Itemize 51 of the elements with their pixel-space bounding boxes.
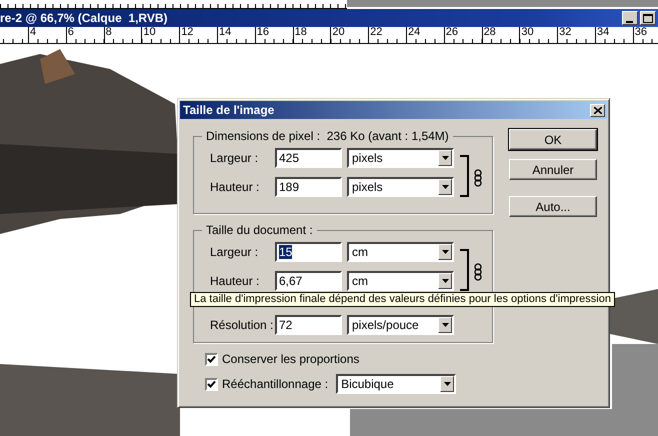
close-icon: [594, 106, 602, 114]
field-label: Hauteur :: [210, 274, 260, 288]
unit-dropdown[interactable]: pixels/pouce: [347, 315, 454, 335]
ruler-label: 36: [632, 27, 658, 43]
ruler-label: 4: [28, 27, 66, 43]
dialog-button[interactable]: Annuler: [509, 159, 597, 180]
input-field[interactable]: 72: [275, 315, 342, 335]
unit-dropdown[interactable]: cm: [347, 242, 454, 262]
ruler-label: 32: [557, 27, 595, 43]
ruler-label: 30: [519, 27, 558, 43]
field-label: Largeur :: [210, 151, 260, 165]
checkbox[interactable]: [205, 378, 218, 390]
ruler-label: 10: [141, 27, 180, 43]
tooltip: La taille d'impression finale dépend des valeurs définies pour les options d'impression: [190, 292, 615, 307]
resample-dropdown[interactable]: Bicubique: [336, 374, 456, 394]
minimize-icon: [626, 21, 634, 24]
unit-dropdown[interactable]: cm: [347, 271, 454, 291]
group-title: Taille du document :: [205, 223, 314, 237]
dialog-title: Taille de l'image: [183, 103, 274, 117]
ruler-label: 20: [330, 27, 368, 43]
input-field[interactable]: 425: [275, 148, 342, 168]
ruler-label: 12: [179, 27, 217, 43]
dialog-button[interactable]: OK: [509, 129, 597, 150]
ruler-label: 22: [368, 27, 406, 43]
minimize-button[interactable]: [622, 11, 638, 25]
checkbox-label[interactable]: Conserver les proportions: [222, 352, 360, 366]
field-label: Hauteur :: [210, 180, 260, 194]
field-label: Largeur :: [210, 245, 260, 259]
ruler-label: 28: [482, 27, 520, 43]
unit-dropdown[interactable]: pixels: [347, 177, 454, 197]
input-field[interactable]: 189: [275, 177, 342, 197]
ruler-label: 24: [406, 27, 444, 43]
ruler-label: 8: [104, 27, 142, 43]
input-field[interactable]: 6,67: [275, 271, 342, 291]
ruler-label: 18: [292, 27, 330, 43]
checkbox[interactable]: [205, 352, 218, 366]
document-title: re-2 @ 66,7% (Calque 1,RVB): [0, 11, 169, 25]
field-label: Résolution :: [210, 318, 270, 332]
maximize-icon: [643, 14, 653, 22]
unit-dropdown[interactable]: pixels: [347, 148, 454, 168]
ruler-label: 34: [594, 27, 633, 43]
ruler-label: 16: [254, 27, 293, 43]
dialog-button[interactable]: Auto...: [509, 196, 597, 217]
close-button[interactable]: [590, 104, 605, 116]
maximize-button[interactable]: [640, 11, 656, 25]
ruler-label: 26: [444, 27, 482, 43]
ruler-label: 14: [216, 27, 255, 43]
input-field[interactable]: 15: [275, 242, 342, 262]
checkbox-label[interactable]: Rééchantillonnage :: [222, 377, 328, 391]
group-title: Dimensions de pixel : 236 Ko (avant : 1,54M): [205, 129, 450, 143]
ruler-label: 6: [66, 27, 104, 43]
